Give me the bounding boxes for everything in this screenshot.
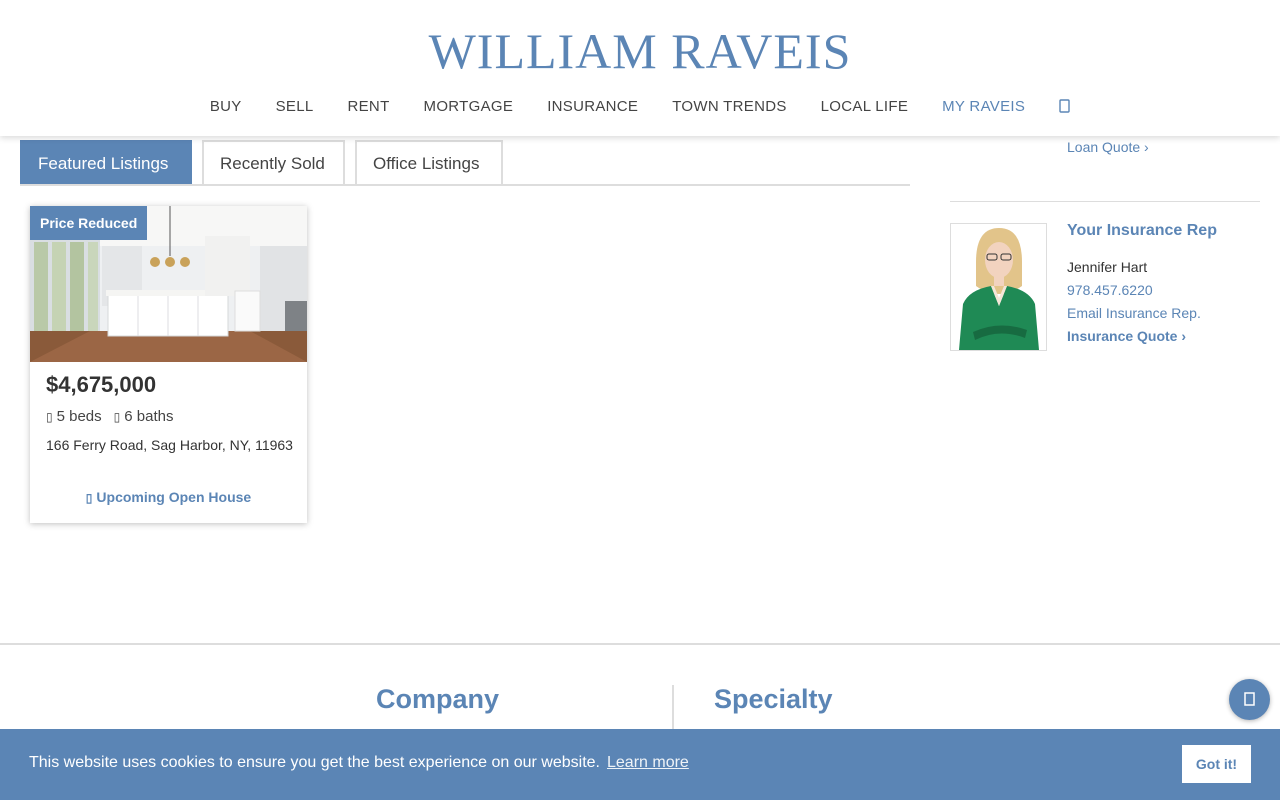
tab-office-listings[interactable]: Office Listings: [355, 140, 503, 184]
user-icon[interactable]: [1042, 98, 1087, 117]
main-nav: BUY SELL RENT MORTGAGE INSURANCE TOWN TR…: [0, 98, 1280, 117]
baths-count: 6 baths: [124, 408, 174, 425]
listing-tabs: Featured Listings Recently Sold Office L…: [20, 140, 910, 186]
nav-sell[interactable]: SELL: [259, 98, 331, 117]
site-header: WILLIAM RAVEIS BUY SELL RENT MORTGAGE IN…: [0, 0, 1280, 136]
beds-count: 5 beds: [56, 408, 102, 425]
cookie-banner: This website uses cookies to ensure you …: [0, 729, 1280, 800]
footer-column-separator: [672, 685, 674, 735]
beds-spec: ▯ 5 beds: [46, 408, 102, 425]
nav-mortgage[interactable]: MORTGAGE: [407, 98, 531, 117]
bath-icon: ▯: [113, 410, 121, 424]
upcoming-open-house-link[interactable]: ▯ Upcoming Open House: [30, 489, 307, 505]
nav-buy[interactable]: BUY: [193, 98, 259, 117]
nav-town-trends[interactable]: TOWN TRENDS: [655, 98, 803, 117]
footer-company-heading: Company: [376, 684, 500, 714]
william-raveis-logo[interactable]: WILLIAM RAVEIS: [0, 22, 1280, 80]
bed-icon: ▯: [46, 410, 53, 424]
cookie-message: This website uses cookies to ensure you …: [29, 754, 600, 771]
footer-specialty-heading: Specialty: [714, 684, 833, 714]
got-it-button[interactable]: Got it!: [1182, 745, 1251, 783]
listing-specs: ▯ 5 beds ▯ 6 baths: [46, 408, 173, 425]
footer-divider: [0, 643, 1280, 645]
nav-rent[interactable]: RENT: [331, 98, 407, 117]
listing-address: 166 Ferry Road, Sag Harbor, NY, 11963: [46, 437, 293, 453]
insurance-rep-title: Your Insurance Rep: [1067, 222, 1217, 239]
listing-card[interactable]: Price Reduced $4,675,000 ▯ 5 beds ▯ 6 bath…: [30, 206, 307, 523]
email-insurance-rep-link[interactable]: Email Insurance Rep.: [1067, 305, 1201, 321]
insurance-rep-photo: [950, 223, 1047, 351]
calendar-icon: ▯: [85, 491, 93, 505]
nav-my-raveis[interactable]: MY RAVEIS: [925, 98, 1042, 117]
loan-quote-link[interactable]: Loan Quote ›: [1067, 139, 1149, 155]
insurance-rep-phone[interactable]: 978.457.6220: [1067, 282, 1153, 298]
nav-insurance[interactable]: INSURANCE: [530, 98, 655, 117]
open-house-label: Upcoming Open House: [96, 489, 252, 505]
baths-spec: ▯ 6 baths: [114, 408, 174, 425]
listing-price: $4,675,000: [46, 372, 157, 397]
nav-local-life[interactable]: LOCAL LIFE: [804, 98, 925, 117]
insurance-rep-name: Jennifer Hart: [1067, 259, 1148, 275]
insurance-quote-link[interactable]: Insurance Quote ›: [1067, 328, 1186, 344]
tab-recently-sold[interactable]: Recently Sold: [202, 140, 345, 184]
sidebar-divider: [950, 201, 1260, 202]
price-reduced-badge: Price Reduced: [30, 206, 148, 240]
chat-icon[interactable]: [1229, 679, 1270, 720]
tab-featured-listings[interactable]: Featured Listings: [20, 140, 192, 184]
learn-more-link[interactable]: Learn more: [607, 754, 689, 772]
